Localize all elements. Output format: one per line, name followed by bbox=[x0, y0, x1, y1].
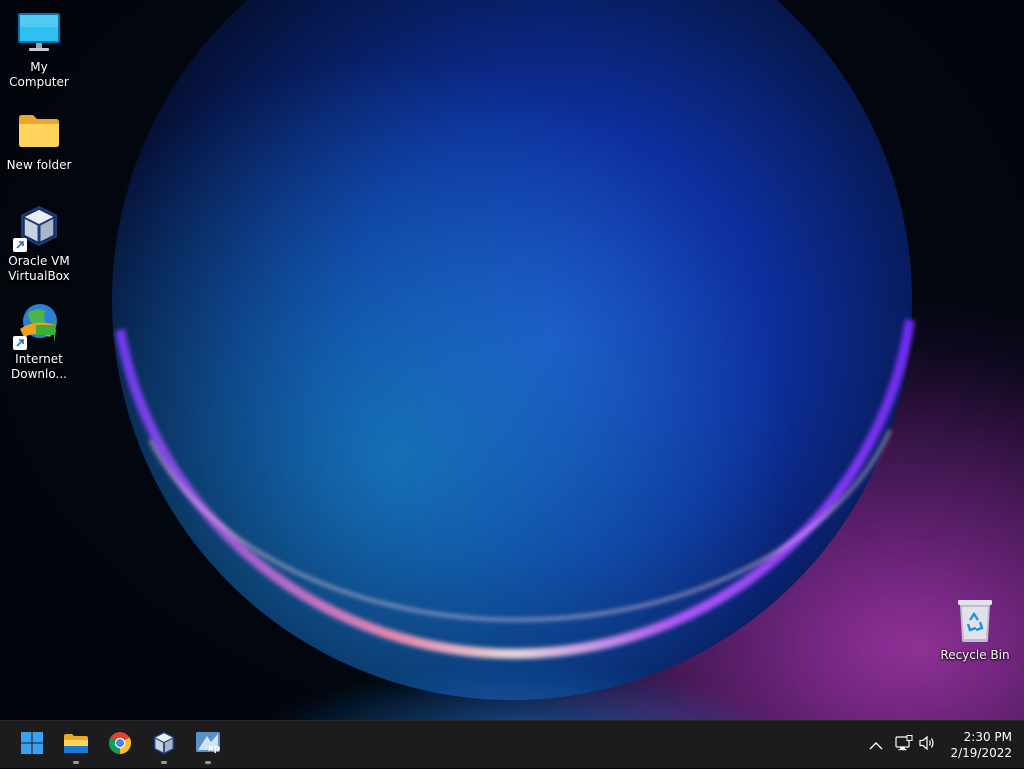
clock-date: 2/19/2022 bbox=[950, 746, 1012, 760]
start-button[interactable] bbox=[12, 725, 52, 765]
desktop-icon-label: New folder bbox=[6, 158, 72, 172]
running-indicator bbox=[205, 761, 211, 764]
wallpaper bbox=[0, 0, 1024, 720]
virtualbox-icon bbox=[13, 202, 63, 252]
windows-logo-icon bbox=[20, 731, 44, 759]
volume-button[interactable] bbox=[916, 721, 940, 769]
desktop[interactable]: My Computer New folder Oracle VM Virtual… bbox=[0, 0, 1024, 720]
virtualbox-icon bbox=[152, 730, 176, 760]
network-status-button[interactable] bbox=[892, 721, 916, 769]
folder-icon bbox=[63, 732, 89, 758]
taskbar-virtualbox[interactable] bbox=[144, 725, 184, 765]
chrome-icon bbox=[108, 731, 132, 759]
recycle-bin-icon bbox=[951, 596, 999, 644]
xp-vm-icon: xp bbox=[195, 731, 221, 759]
volume-icon bbox=[919, 735, 937, 755]
desktop-icon-label: Oracle VM VirtualBox bbox=[8, 254, 70, 283]
clock-button[interactable]: 2:30 PM 2/19/2022 bbox=[942, 729, 1012, 761]
taskbar-chrome[interactable] bbox=[100, 725, 140, 765]
shortcut-arrow-icon bbox=[13, 238, 27, 252]
desktop-icon-label: Internet Downlo... bbox=[11, 352, 67, 381]
taskbar-windows-xp-vm[interactable]: xp bbox=[188, 725, 228, 765]
running-indicator bbox=[161, 761, 167, 764]
shortcut-arrow-icon bbox=[13, 336, 27, 350]
running-indicator bbox=[73, 761, 79, 764]
desktop-icon-label: My Computer bbox=[9, 60, 69, 89]
svg-text:xp: xp bbox=[208, 744, 221, 754]
taskbar: xp 2:30 PM 2/19/2022 bbox=[0, 720, 1024, 768]
desktop-icon-label: Recycle Bin bbox=[940, 648, 1010, 662]
desktop-icon-new-folder[interactable]: New folder bbox=[0, 106, 78, 173]
taskbar-file-explorer[interactable] bbox=[56, 725, 96, 765]
clock-time: 2:30 PM bbox=[963, 730, 1012, 744]
desktop-icon-my-computer[interactable]: My Computer bbox=[0, 8, 78, 90]
desktop-icon-virtualbox[interactable]: Oracle VM VirtualBox bbox=[0, 202, 78, 284]
idm-globe-icon bbox=[13, 300, 63, 350]
desktop-icon-internet-download-manager[interactable]: Internet Downlo... bbox=[0, 300, 78, 382]
chevron-up-icon bbox=[869, 736, 883, 755]
desktop-icon-recycle-bin[interactable]: Recycle Bin bbox=[936, 596, 1014, 663]
network-icon bbox=[895, 735, 913, 755]
show-hidden-icons-button[interactable] bbox=[864, 721, 888, 769]
monitor-icon bbox=[15, 8, 63, 56]
folder-icon bbox=[15, 106, 63, 154]
